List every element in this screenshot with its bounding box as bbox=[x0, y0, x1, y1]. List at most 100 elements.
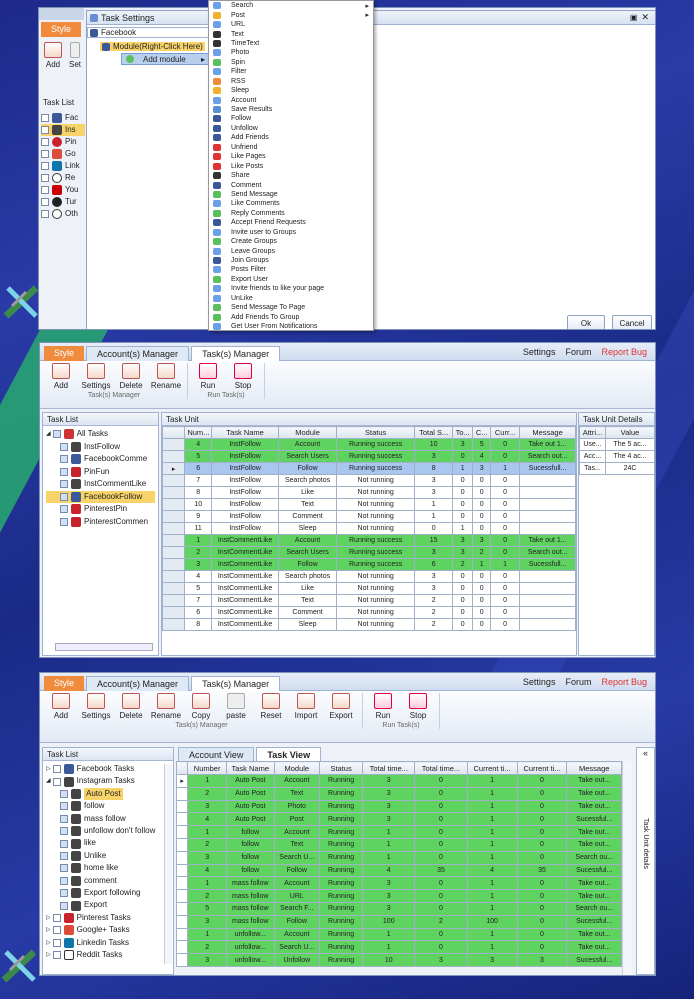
checkbox[interactable] bbox=[60, 827, 68, 836]
row-header[interactable] bbox=[175, 889, 189, 903]
table-row[interactable]: 6 InstCommentLike Comment Not running 2 0 0 0 bbox=[161, 606, 576, 619]
menu-item-search[interactable]: Search ▸ bbox=[209, 1, 373, 10]
row-header[interactable] bbox=[161, 522, 186, 535]
row-header[interactable] bbox=[161, 594, 186, 607]
table-row[interactable]: 8 InstFollow Like Not running 3 0 0 0 bbox=[161, 486, 576, 499]
settings-link[interactable]: Settings bbox=[523, 677, 556, 687]
row-header[interactable] bbox=[175, 786, 189, 801]
menu-item-accept-friend-requests[interactable]: Accept Friend Requests bbox=[209, 218, 373, 227]
row-header[interactable] bbox=[161, 498, 186, 511]
tree-item[interactable]: unfollow don't follow bbox=[46, 825, 170, 837]
table-row[interactable]: 10 InstFollow Text Not running 1 0 0 0 bbox=[161, 498, 576, 511]
row-header[interactable] bbox=[175, 914, 189, 929]
row-header[interactable] bbox=[161, 534, 186, 547]
tree-item[interactable]: Ins bbox=[41, 124, 85, 136]
settings-link[interactable]: Settings bbox=[523, 347, 556, 357]
tree-item[interactable]: Unlike bbox=[46, 850, 170, 862]
menu-item-comment[interactable]: Comment bbox=[209, 180, 373, 189]
menu-item-send-message-to-page[interactable]: Send Message To Page bbox=[209, 303, 373, 312]
column-header[interactable]: Task Name bbox=[225, 761, 275, 775]
table-row[interactable]: 5 InstFollow Search Users Running success 3 0… bbox=[161, 450, 576, 463]
column-header[interactable]: Task Name bbox=[211, 426, 280, 439]
ok-button[interactable]: Ok bbox=[567, 315, 605, 329]
checkbox[interactable] bbox=[60, 889, 68, 898]
expand-icon[interactable]: ▷ bbox=[46, 924, 51, 936]
rename-button[interactable]: Rename bbox=[149, 363, 183, 390]
row-header[interactable] bbox=[161, 606, 186, 619]
forum-link[interactable]: Forum bbox=[565, 677, 591, 687]
tree-item[interactable]: You bbox=[41, 184, 85, 196]
table-row[interactable]: 3 InstCommentLike Follow Running success 6 2 1… bbox=[161, 558, 576, 571]
checkbox[interactable] bbox=[60, 901, 68, 910]
tab-tasks-manager[interactable]: Task(s) Manager bbox=[191, 345, 281, 361]
table-row[interactable]: 9 InstFollow Comment Not running 1 0 0 0 bbox=[161, 510, 576, 523]
expand-icon[interactable]: ▷ bbox=[46, 912, 51, 924]
checkbox[interactable] bbox=[52, 914, 61, 923]
row-header[interactable] bbox=[161, 570, 186, 583]
checkbox[interactable] bbox=[60, 790, 68, 799]
checkbox[interactable] bbox=[60, 492, 68, 501]
row-header[interactable] bbox=[161, 438, 186, 451]
expand-arrow-icon[interactable]: « bbox=[643, 748, 648, 758]
tree-item[interactable]: mass follow bbox=[46, 813, 170, 825]
table-row[interactable]: 1 mass follow Account Running 3 0 1 0 Take out..… bbox=[175, 876, 622, 891]
import-button[interactable]: Import bbox=[289, 693, 323, 720]
tree-item-all-tasks[interactable]: ◢ All Tasks bbox=[46, 428, 155, 441]
menu-item-send-message[interactable]: Send Message bbox=[209, 190, 373, 199]
table-row[interactable]: 5 InstCommentLike Like Not running 3 0 0 0 bbox=[161, 582, 576, 595]
row-header[interactable] bbox=[175, 940, 189, 955]
add-button[interactable]: Add bbox=[43, 42, 63, 69]
menu-item-filter[interactable]: Filter bbox=[209, 67, 373, 76]
menu-item-follow[interactable]: Follow bbox=[209, 114, 373, 123]
menu-item-unfriend[interactable]: Unfriend bbox=[209, 143, 373, 152]
row-header[interactable] bbox=[161, 618, 186, 631]
table-row[interactable]: 3 Auto Post Photo Running 3 0 1 0 Take out... bbox=[175, 799, 622, 814]
menu-item-export-user[interactable]: Export User bbox=[209, 275, 373, 284]
tree-item[interactable]: Go bbox=[41, 148, 85, 160]
add-button[interactable]: Add bbox=[44, 693, 78, 720]
table-row[interactable]: 11 InstFollow Sleep Not running 0 1 0 0 bbox=[161, 522, 576, 535]
menu-item-unfollow[interactable]: Unfollow bbox=[209, 124, 373, 133]
column-header[interactable]: Total time... bbox=[414, 761, 468, 775]
reset-button[interactable]: Reset bbox=[254, 693, 288, 720]
table-row[interactable]: 1 follow Account Running 1 0 1 0 Take out... bbox=[175, 825, 622, 839]
checkbox[interactable] bbox=[52, 926, 61, 935]
menu-item-invite-user-to-groups[interactable]: Invite user to Groups bbox=[209, 228, 373, 237]
checkbox[interactable] bbox=[52, 938, 61, 947]
checkbox[interactable] bbox=[60, 876, 68, 885]
row-header[interactable] bbox=[175, 953, 189, 967]
forum-link[interactable]: Forum bbox=[565, 347, 591, 357]
table-row[interactable]: ▸ 6 InstFollow Follow Running success 8 1 3 1 Suc… bbox=[161, 462, 576, 475]
tree-group[interactable]: ◢ Instagram Tasks bbox=[46, 775, 170, 787]
tab-accounts-manager[interactable]: Account(s) Manager bbox=[86, 345, 190, 361]
row-header[interactable] bbox=[161, 450, 186, 463]
menu-item-create-groups[interactable]: Create Groups bbox=[209, 237, 373, 246]
row-header[interactable] bbox=[161, 558, 186, 571]
checkbox[interactable] bbox=[60, 467, 68, 476]
table-row[interactable]: 4 follow Follow Running 4 35 4 35 Sucessful... bbox=[175, 863, 622, 878]
table-row[interactable]: 5 mass follow Search F... Running 3 0 1 0 Search… bbox=[175, 901, 622, 916]
tree-item[interactable]: PinterestCommen bbox=[46, 516, 155, 529]
menu-item-sleep[interactable]: Sleep bbox=[209, 86, 373, 95]
checkbox[interactable] bbox=[52, 430, 61, 439]
copy-button[interactable]: Copy bbox=[184, 693, 218, 720]
expand-icon[interactable]: ▷ bbox=[46, 937, 51, 949]
checkbox[interactable] bbox=[52, 777, 61, 786]
menu-item-rss[interactable]: RSS bbox=[209, 77, 373, 86]
tree-item[interactable]: Link bbox=[41, 160, 85, 172]
tree-item[interactable]: PinterestPin bbox=[46, 503, 155, 516]
column-header[interactable]: Message bbox=[519, 426, 576, 439]
row-header[interactable] bbox=[161, 582, 186, 595]
checkbox[interactable] bbox=[60, 802, 68, 811]
table-row[interactable]: 3 mass follow Follow Running 100 2 100 0 Sucessf… bbox=[175, 914, 622, 929]
add-module-menuitem[interactable]: Add module ▸ bbox=[121, 53, 209, 65]
report-bug-link[interactable]: Report Bug bbox=[601, 347, 647, 357]
tree-item[interactable]: Auto Post bbox=[46, 787, 170, 801]
column-header[interactable]: Num... bbox=[184, 426, 213, 439]
menu-item-add-friends[interactable]: Add Friends bbox=[209, 133, 373, 142]
menu-item-invite-friends-to-like-your-page[interactable]: Invite friends to like your page bbox=[209, 284, 373, 293]
tree-item[interactable]: Pin bbox=[41, 136, 85, 148]
report-bug-link[interactable]: Report Bug bbox=[601, 677, 647, 687]
checkbox[interactable] bbox=[60, 814, 68, 823]
menu-item-join-groups[interactable]: Join Groups bbox=[209, 256, 373, 265]
